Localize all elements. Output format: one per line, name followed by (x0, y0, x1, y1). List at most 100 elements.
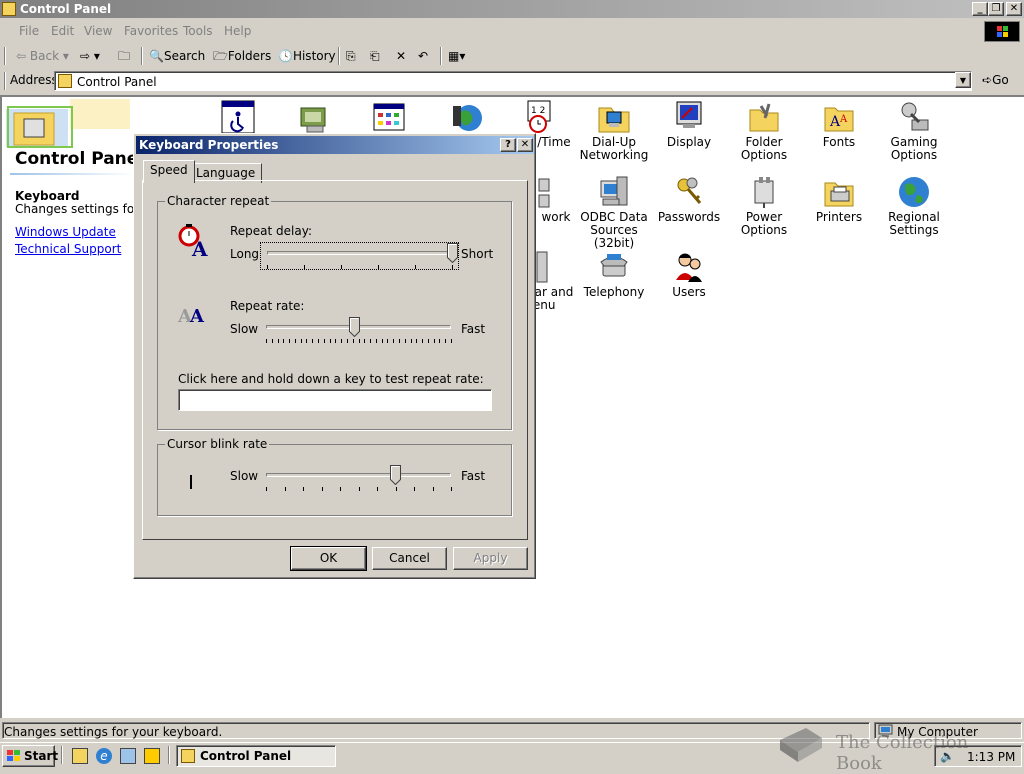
folders-button[interactable]: 🗁Folders (213, 47, 271, 65)
undo-icon: ↶ (418, 49, 429, 63)
technical-support-link[interactable]: Technical Support (15, 242, 121, 256)
slider-tick (377, 487, 378, 491)
taskbar-icon (536, 251, 548, 283)
odbc-data-sources-item[interactable]: ODBC Data Sources (32bit) (574, 175, 654, 250)
menu-favorites[interactable]: Favorites (124, 24, 178, 38)
users-item[interactable]: Users (649, 250, 729, 299)
cursor-blink-thumb[interactable] (390, 465, 401, 485)
address-dropdown-button[interactable]: ▼ (955, 72, 971, 88)
dialog-close-button[interactable]: ✕ (517, 138, 533, 152)
repeat-delay-thumb[interactable] (446, 243, 458, 263)
menu-view[interactable]: View (84, 24, 112, 38)
folders-label: Folders (227, 49, 272, 63)
gaming-options-item[interactable]: Gaming Options (874, 100, 954, 162)
slider-tick (304, 265, 305, 269)
go-button[interactable]: ➪Go (982, 71, 1009, 89)
svg-text:1 2: 1 2 (531, 106, 545, 116)
fonts-item[interactable]: AA Fonts (799, 100, 879, 149)
restore-button[interactable]: ❐ (988, 2, 1004, 16)
minimize-button[interactable]: _ (972, 2, 988, 16)
add-programs-icon (373, 103, 405, 131)
slider-tick (346, 339, 348, 343)
slider-tick (404, 339, 406, 343)
forward-button[interactable]: ⇨ ▾ (80, 47, 100, 65)
menu-file[interactable]: File (19, 24, 39, 38)
taskbar-app-control-panel[interactable]: Control Panel (176, 745, 336, 767)
telephony-item[interactable]: Telephony (574, 250, 654, 299)
printers-item[interactable]: Printers (799, 175, 879, 224)
slider-tick (451, 339, 452, 343)
windows-update-link[interactable]: Windows Update (15, 225, 116, 239)
menu-edit[interactable]: Edit (51, 24, 74, 38)
back-button[interactable]: ⇦ Back ▾ (16, 47, 69, 65)
up-folder-button[interactable]: 🗀 (118, 47, 130, 65)
power-options-item[interactable]: Power Options (724, 175, 804, 237)
help-button[interactable]: ? (500, 138, 516, 152)
address-label: Address (10, 73, 58, 87)
cursor-preview-icon (190, 475, 192, 489)
add-remove-hardware-item[interactable] (274, 100, 354, 136)
network-icon (538, 178, 550, 208)
outlook-express-icon[interactable] (120, 748, 136, 764)
admin-tools-icon (453, 105, 482, 131)
apply-button[interactable]: Apply (453, 547, 528, 570)
undo-button[interactable]: ↶ (418, 47, 428, 65)
go-label: Go (992, 73, 1009, 87)
regional-settings-item[interactable]: Regional Settings (874, 175, 954, 237)
slider-tick (398, 339, 400, 343)
folder-options-item[interactable]: Folder Options (724, 100, 804, 162)
telephony-label: Telephony (583, 285, 645, 299)
menu-tools[interactable]: Tools (183, 24, 213, 38)
menu-help[interactable]: Help (224, 24, 251, 38)
repeat-delay-slider[interactable] (260, 242, 459, 270)
cursor-blink-slider[interactable] (260, 465, 459, 493)
copy-to-button[interactable]: ⎗ (370, 47, 380, 65)
tab-speed[interactable]: Speed (143, 160, 195, 183)
internet-explorer-icon[interactable]: e (96, 748, 112, 764)
delete-button[interactable]: ✕ (396, 47, 406, 65)
dial-up-networking-item[interactable]: Dial-Up Networking (574, 100, 654, 162)
show-desktop-icon[interactable] (72, 748, 88, 764)
slider-tick (416, 339, 418, 343)
add-remove-programs-item[interactable] (349, 100, 429, 136)
passwords-item[interactable]: Passwords (649, 175, 729, 224)
search-button[interactable]: 🔍Search (149, 47, 205, 65)
accessibility-options-item[interactable] (198, 100, 278, 136)
dial-up-networking-icon (598, 107, 630, 133)
folders-icon: 🗁 (213, 49, 228, 63)
repeat-delay-min-label: Long (230, 247, 260, 261)
views-button[interactable]: ▦▾ (448, 47, 465, 65)
slider-tick (284, 487, 286, 491)
start-button[interactable]: Start (2, 745, 58, 767)
slider-tick (335, 339, 337, 343)
power-options-label: Power Options (740, 210, 788, 237)
ok-button[interactable]: OK (290, 546, 367, 571)
windows-flag-icon (7, 750, 20, 761)
window-titlebar[interactable]: Control Panel _ ❐ ✕ (0, 0, 1024, 18)
add-hardware-icon (300, 107, 326, 133)
slider-tick (341, 265, 342, 269)
repeat-rate-slider[interactable] (260, 317, 459, 345)
move-to-icon: ⎘ (346, 49, 356, 63)
administrative-tools-item[interactable] (426, 100, 506, 136)
address-input[interactable]: Control Panel ▼ (54, 71, 972, 91)
folder-options-label: Folder Options (740, 135, 788, 162)
move-to-button[interactable]: ⎘ (346, 47, 356, 65)
dialog-titlebar[interactable]: Keyboard Properties ? ✕ (136, 136, 534, 154)
slider-tick (323, 339, 325, 343)
slider-tick (303, 487, 304, 491)
history-icon: 🕓 (278, 49, 293, 63)
cancel-button[interactable]: Cancel (372, 547, 447, 570)
display-item[interactable]: Display (649, 100, 729, 149)
slider-tick (321, 487, 323, 491)
history-button[interactable]: 🕓History (278, 47, 336, 65)
slider-tick (427, 339, 429, 343)
go-arrow-icon: ➪ (982, 73, 993, 87)
menu-bar: File Edit View Favorites Tools Help (0, 20, 1024, 42)
slider-tick (364, 339, 366, 343)
watermark: The Collection Book (776, 720, 1016, 774)
close-button[interactable]: ✕ (1006, 2, 1022, 16)
repeat-rate-thumb[interactable] (349, 317, 361, 337)
media-player-icon[interactable] (144, 748, 160, 764)
test-repeat-input[interactable] (178, 389, 492, 411)
